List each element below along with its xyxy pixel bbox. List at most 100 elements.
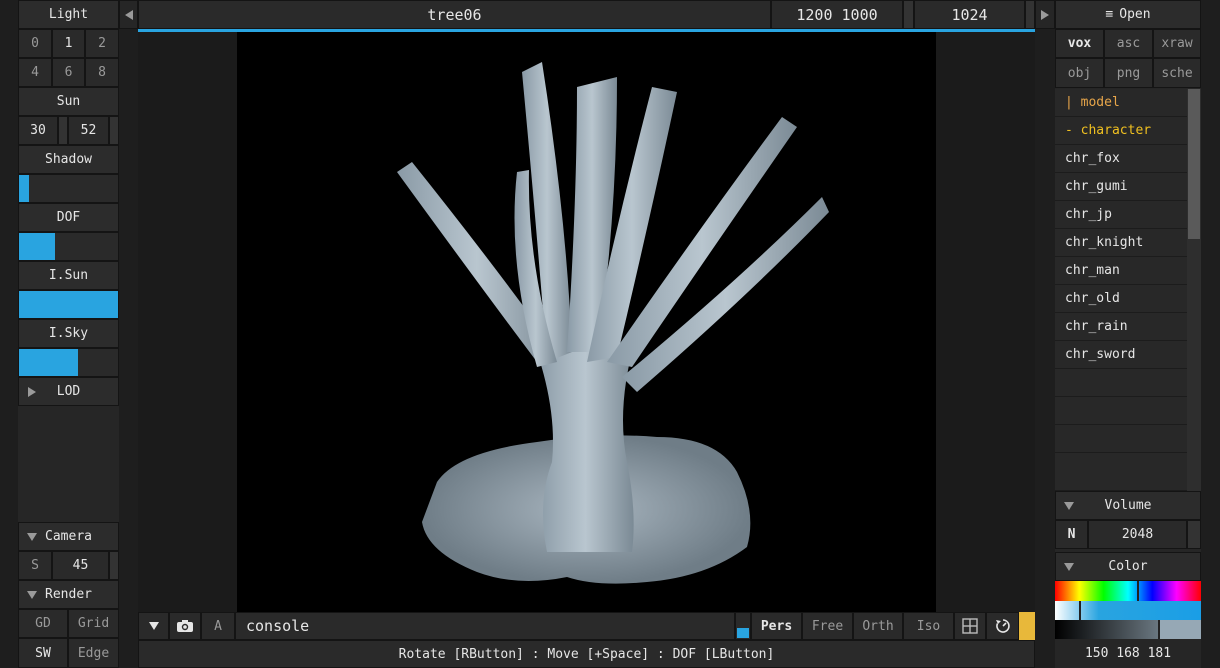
collapse-right-button[interactable] (1035, 0, 1055, 29)
size-spacer (1025, 0, 1035, 29)
list-item-empty (1055, 425, 1187, 453)
hue-slider[interactable] (1055, 581, 1201, 601)
sun-value-1[interactable]: 30 (18, 116, 58, 145)
light-option-0[interactable]: 0 (18, 29, 52, 58)
console-scroll-fill (737, 628, 749, 638)
collapse-icon (1064, 563, 1074, 571)
list-item-empty (1055, 369, 1187, 397)
collapse-icon (27, 533, 37, 541)
sun-header: Sun (18, 87, 119, 116)
lod-header[interactable]: LOD (18, 377, 119, 406)
expand-icon (28, 387, 36, 397)
menu-icon: ≡ (1105, 7, 1114, 22)
camera-s-button[interactable]: S (18, 551, 52, 580)
status-color-indicator[interactable] (1019, 612, 1035, 640)
format-vox-button[interactable]: vox (1055, 29, 1104, 58)
dof-slider[interactable] (18, 232, 119, 261)
format-sche-button[interactable]: sche (1153, 58, 1201, 88)
sun-value-2b[interactable]: 52 (68, 116, 109, 145)
light-option-8[interactable]: 8 (85, 58, 119, 87)
volume-header[interactable]: Volume (1055, 491, 1201, 520)
layout-icon (962, 618, 978, 634)
shadow-slider[interactable] (18, 174, 119, 203)
color-header[interactable]: Color (1055, 552, 1201, 581)
view-free-button[interactable]: Free (802, 612, 853, 640)
render-header[interactable]: Render (18, 580, 119, 609)
camera-spacer (109, 551, 119, 580)
shadow-header: Shadow (18, 145, 119, 174)
rotate-reset-icon (995, 619, 1010, 633)
camera-icon (177, 620, 193, 632)
sun-label: Sun (56, 94, 81, 109)
collapse-left-button[interactable] (119, 0, 138, 29)
volume-value[interactable]: 2048 (1088, 520, 1187, 549)
list-item-chr-sword[interactable]: chr_sword (1055, 341, 1187, 369)
light-header[interactable]: Light (18, 0, 119, 29)
dropdown-icon (148, 622, 159, 630)
list-item-chr-fox[interactable]: chr_fox (1055, 145, 1187, 173)
list-item-model[interactable]: | model (1055, 89, 1187, 117)
screenshot-button[interactable] (169, 612, 201, 640)
resolution-spacer (903, 0, 914, 29)
list-item-chr-old[interactable]: chr_old (1055, 285, 1187, 313)
render-grid-button[interactable]: Grid (68, 609, 119, 638)
list-item-chr-jp[interactable]: chr_jp (1055, 201, 1187, 229)
light-option-1[interactable]: 1 (52, 29, 85, 58)
dof-header: DOF (18, 203, 119, 232)
list-item-chr-gumi[interactable]: chr_gumi (1055, 173, 1187, 201)
console-scroll[interactable] (735, 612, 751, 640)
sun-value-2[interactable] (58, 116, 68, 145)
isky-slider[interactable] (18, 348, 119, 377)
isun-slider[interactable] (18, 290, 119, 319)
list-item-character[interactable]: - character (1055, 117, 1187, 145)
dof-slider-fill (19, 233, 55, 260)
isky-slider-fill (19, 349, 79, 376)
a-button[interactable]: A (201, 612, 235, 640)
saturation-slider-handle[interactable] (1079, 601, 1081, 620)
render-sw-button[interactable]: SW (18, 638, 68, 668)
list-item-chr-rain[interactable]: chr_rain (1055, 313, 1187, 341)
isun-slider-fill (19, 291, 118, 318)
size-field[interactable]: 1024 (914, 0, 1025, 29)
camera-fov-value[interactable]: 45 (52, 551, 109, 580)
view-iso-button[interactable]: Iso (903, 612, 954, 640)
open-button[interactable]: ≡ Open (1055, 0, 1201, 29)
format-png-button[interactable]: png (1104, 58, 1153, 88)
render-edge-button[interactable]: Edge (68, 638, 119, 668)
list-item-empty (1055, 453, 1187, 491)
render-canvas[interactable] (237, 32, 936, 612)
list-item-chr-knight[interactable]: chr_knight (1055, 229, 1187, 257)
format-obj-button[interactable]: obj (1055, 58, 1104, 88)
resolution-field[interactable]: 1200 1000 (771, 0, 903, 29)
console-input[interactable]: console (235, 612, 735, 640)
view-orth-button[interactable]: Orth (853, 612, 903, 640)
viewport[interactable] (138, 32, 1035, 612)
render-gd-button[interactable]: GD (18, 609, 68, 638)
tree-model-render (397, 62, 829, 584)
volume-spacer (1187, 520, 1201, 549)
light-option-4[interactable]: 4 (18, 58, 52, 87)
dropdown-button[interactable] (138, 612, 169, 640)
sun-spacer (109, 116, 119, 145)
arrow-right-icon (1041, 9, 1049, 20)
shadow-slider-fill (19, 175, 29, 202)
format-asc-button[interactable]: asc (1104, 29, 1153, 58)
list-scrollbar-thumb[interactable] (1188, 89, 1200, 239)
view-pers-button[interactable]: Pers (751, 612, 802, 640)
camera-header[interactable]: Camera (18, 522, 119, 551)
status-text: Rotate [RButton] : Move [+Space] : DOF [… (398, 646, 775, 662)
filename-field[interactable]: tree06 (138, 0, 771, 29)
saturation-slider[interactable] (1055, 601, 1201, 620)
list-item-chr-man[interactable]: chr_man (1055, 257, 1187, 285)
format-xraw-button[interactable]: xraw (1153, 29, 1201, 58)
hue-slider-handle[interactable] (1137, 581, 1139, 601)
list-scrollbar[interactable] (1187, 89, 1201, 491)
light-option-6[interactable]: 6 (52, 58, 85, 87)
arrow-left-icon (124, 9, 133, 20)
light-option-2[interactable]: 2 (85, 29, 119, 58)
collapse-icon (1064, 502, 1074, 510)
reset-view-button[interactable] (986, 612, 1019, 640)
value-slider[interactable] (1055, 620, 1201, 639)
layout-button[interactable] (954, 612, 986, 640)
volume-n-button[interactable]: N (1055, 520, 1088, 549)
